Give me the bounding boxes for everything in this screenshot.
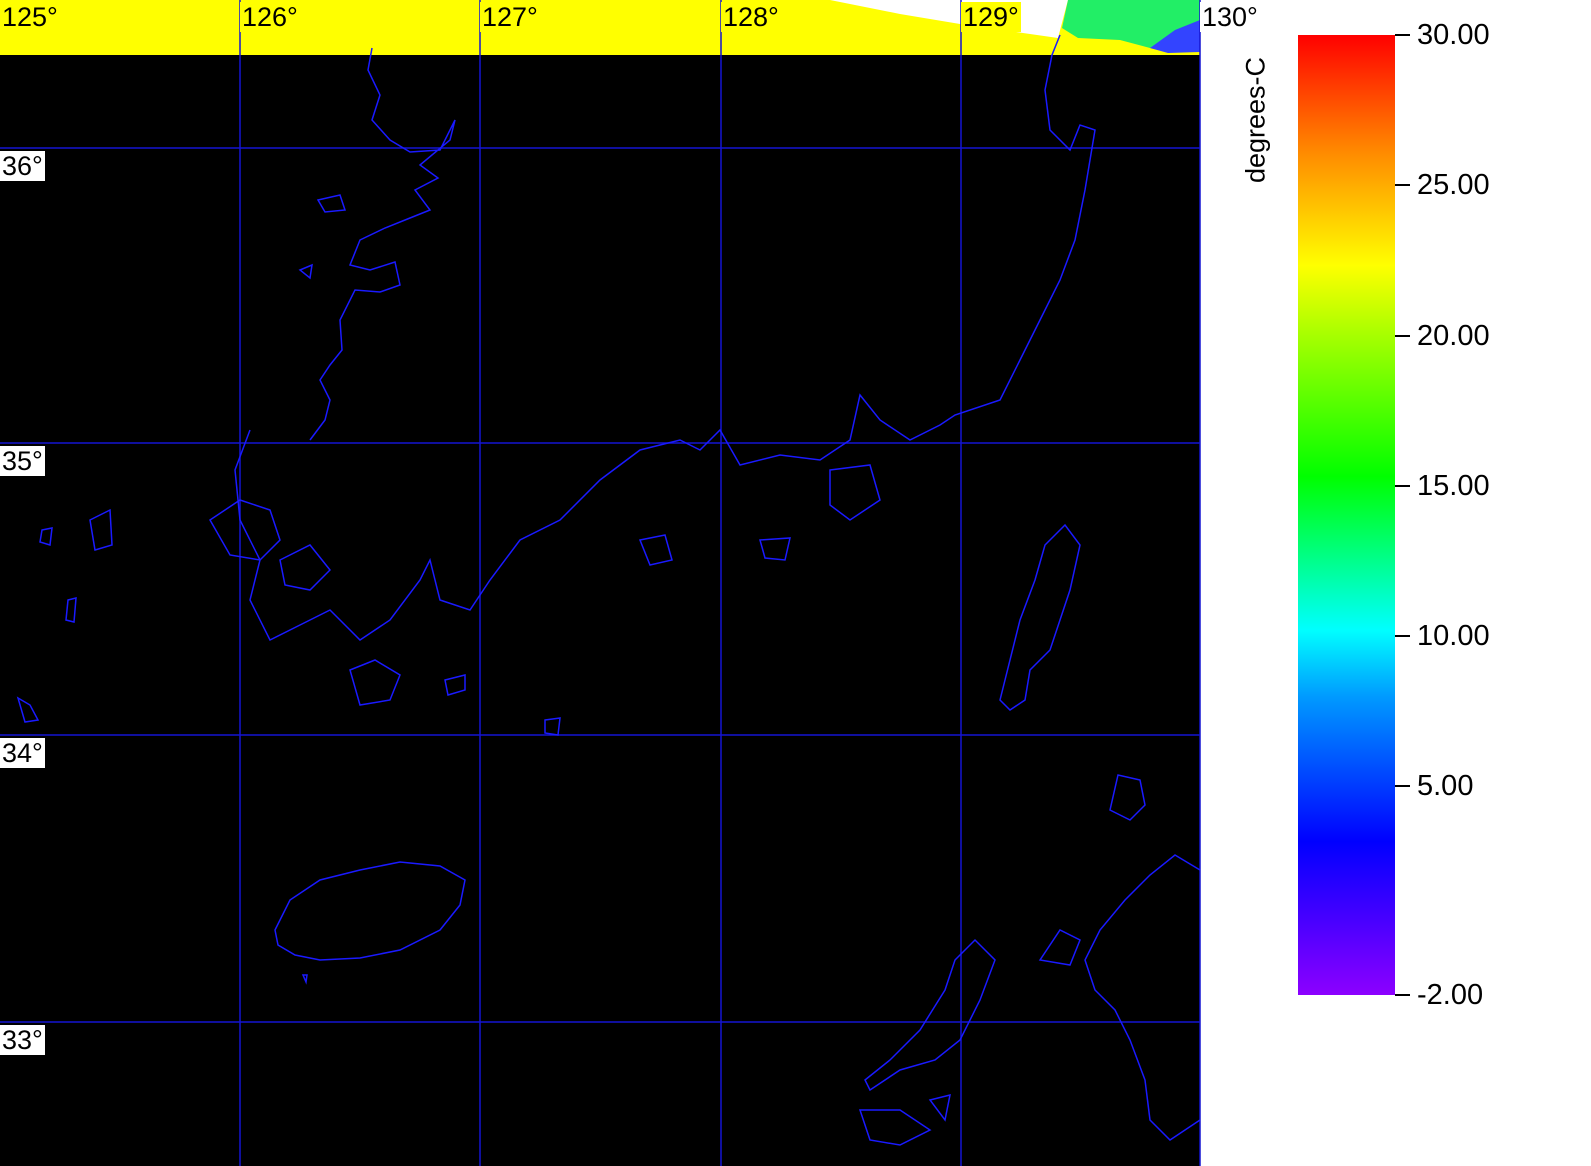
colorbar-title: degrees-C	[1240, 56, 1271, 184]
colorbar-tick-label: 25.00	[1417, 169, 1490, 201]
lon-label-129: 129°	[961, 2, 1021, 32]
lat-label-36: 36°	[0, 151, 45, 181]
lat-label-34: 34°	[0, 738, 45, 768]
colorbar-tick-label: -2.00	[1417, 979, 1484, 1011]
lon-label-126: 126°	[240, 2, 300, 32]
colorbar-tick-label: 15.00	[1417, 470, 1490, 502]
lon-label-125: 125°	[0, 2, 60, 32]
lon-label-130: 130°	[1200, 2, 1260, 32]
lat-label-33: 33°	[0, 1025, 45, 1055]
colorbar	[1298, 35, 1395, 995]
colorbar-title-container: degrees-C	[1226, 40, 1286, 200]
colorbar-tick-label: 10.00	[1417, 620, 1490, 652]
lon-label-128: 128°	[721, 2, 781, 32]
colorbar-ticks	[1395, 34, 1410, 996]
lat-label-35: 35°	[0, 446, 45, 476]
sst-map	[0, 0, 1410, 1166]
colorbar-tick-label: 20.00	[1417, 320, 1490, 352]
colorbar-tick-label: 5.00	[1417, 770, 1474, 802]
lon-label-127: 127°	[480, 2, 540, 32]
colorbar-tick-label: 30.00	[1417, 19, 1490, 51]
map-background	[0, 0, 1200, 1166]
